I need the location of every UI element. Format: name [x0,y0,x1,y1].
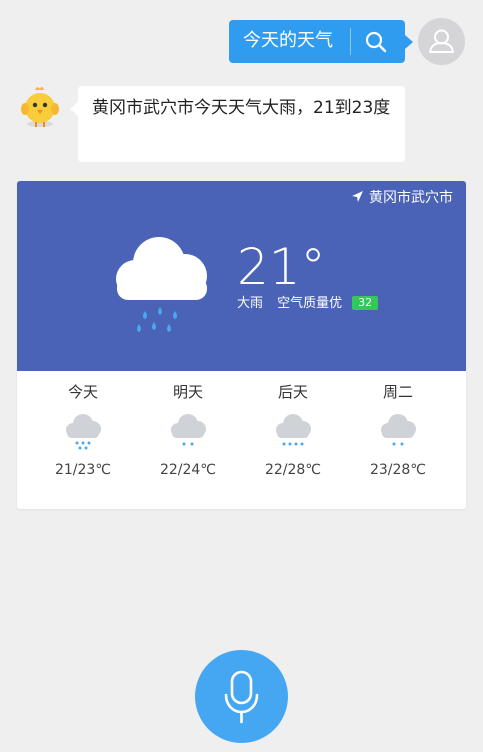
rain-icon [276,414,311,446]
weather-card-header: 黄冈市武穴市 21° 大雨 空气质量优 32 [17,181,466,371]
forecast-day-name: 明天 [172,383,203,401]
microphone-icon [224,670,259,724]
forecast-temp: 21/23℃ [54,462,112,478]
forecast-day-name: 周二 [382,383,413,401]
assistant-reply-bubble: 黄冈市武穴市今天天气大雨，21到23度 [70,86,405,162]
forecast-temp: 22/28℃ [264,462,322,478]
location-text: 黄冈市武穴市 [369,190,453,206]
forecast-day[interactable]: 后天 22/28℃ [238,371,348,509]
weather-condition: 大雨 [237,296,264,311]
forecast-temp: 22/24℃ [159,462,217,478]
forecast-day[interactable]: 周二 23/28℃ [343,371,453,509]
user-avatar[interactable] [418,18,465,65]
forecast-day[interactable]: 明天 22/24℃ [133,371,243,509]
bubble-divider [350,28,351,55]
heavy-rain-icon [116,237,207,332]
air-quality-label: 空气质量优 [277,296,343,311]
heavy-rain-icon [66,414,101,450]
forecast-day-name: 后天 [277,383,308,401]
current-temperature: 21° [237,238,326,296]
user-avatar-icon [429,29,454,53]
chick-mascot-icon [21,86,59,127]
forecast-day-name: 今天 [67,383,98,401]
condition-row: 大雨 空气质量优 32 [237,294,388,314]
voice-input-button[interactable] [195,650,288,743]
rain-icon [171,414,206,446]
rain-icon [381,414,416,446]
search-icon[interactable] [363,29,389,55]
forecast-day[interactable]: 今天 21/23℃ [28,371,138,509]
forecast-temp: 23/28℃ [369,462,427,478]
location-label[interactable]: 黄冈市武穴市 [351,188,453,208]
aqi-badge: 32 [352,296,379,310]
weather-card[interactable]: 黄冈市武穴市 21° 大雨 空气质量优 32 今天 21/23℃ 明天 22/2… [17,181,466,509]
forecast-row: 今天 21/23℃ 明天 22/24℃ 后天 22/28℃ 周二 23/28℃ [17,371,466,509]
assistant-reply-text: 黄冈市武穴市今天天气大雨，21到23度 [92,98,391,118]
user-query-bubble[interactable]: 今天的天气 [229,20,413,63]
location-arrow-icon [352,191,363,202]
user-query-text: 今天的天气 [243,30,333,51]
